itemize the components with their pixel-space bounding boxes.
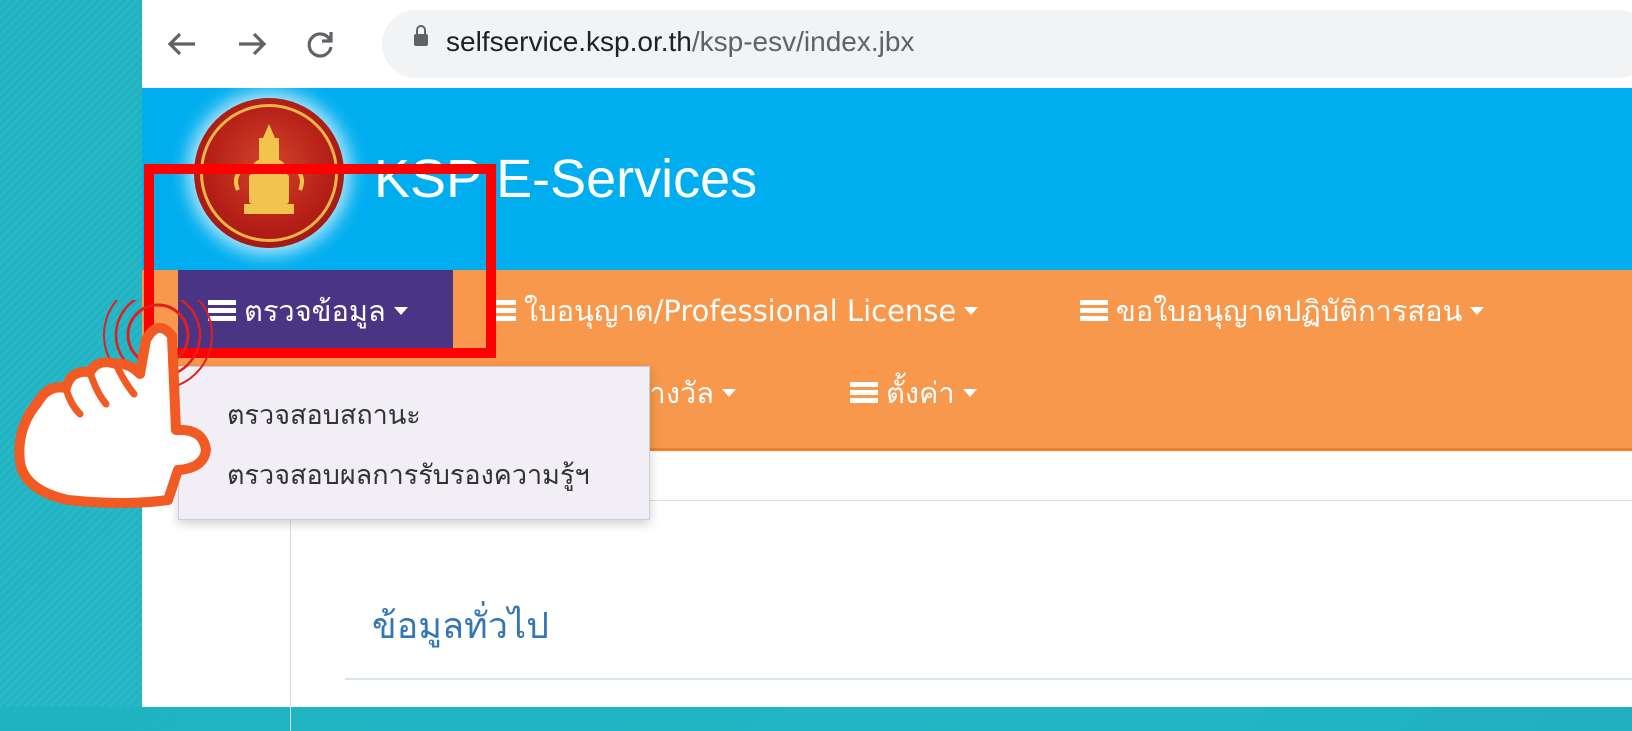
arrow-right-icon [239, 32, 267, 56]
nav-item-teaching-permit[interactable]: ขอใบอนุญาตปฏิบัติการสอน [1080, 270, 1485, 352]
arrow-left-icon [167, 32, 195, 56]
menu-list-icon [1080, 300, 1108, 322]
menu-list-icon [850, 382, 878, 404]
pointing-hand-icon [14, 300, 213, 508]
back-button[interactable] [160, 22, 204, 66]
caret-down-icon [962, 389, 977, 397]
lock-icon [414, 25, 428, 46]
nav-label: ตั้งค่า [886, 376, 955, 410]
dropdown-item-check-status[interactable]: ตรวจสอบสถานะ [227, 393, 421, 436]
caret-down-icon [722, 389, 737, 397]
nav-item-settings[interactable]: ตั้งค่า [850, 352, 977, 434]
forward-button[interactable] [230, 22, 274, 66]
reload-icon [307, 32, 333, 58]
nav-label: ขอใบอนุญาตปฏิบัติการสอน [1116, 294, 1463, 328]
dropdown-menu: ตรวจสอบสถานะ ตรวจสอบผลการรับรองความรู้ฯ [178, 366, 650, 520]
nav-item-professional-license[interactable]: ใบอนุญาต/Professional License [488, 270, 979, 352]
reload-button[interactable] [298, 22, 342, 66]
browser-toolbar: selfservice.ksp.or.th/ksp-esv/index.jbx [142, 0, 1632, 88]
url-path: /ksp-esv/index.jbx [691, 26, 915, 57]
url-text[interactable]: selfservice.ksp.or.th/ksp-esv/index.jbx [446, 26, 914, 58]
section-title: ข้อมูลทั่วไป [372, 606, 549, 647]
section-divider [345, 678, 1632, 680]
url-host: selfservice.ksp.or.th [446, 26, 692, 57]
nav-label: ใบอนุญาต/Professional License [524, 294, 957, 328]
caret-down-icon [964, 307, 979, 315]
dropdown-item-check-certification[interactable]: ตรวจสอบผลการรับรองความรู้ฯ [227, 453, 590, 496]
caret-down-icon [1470, 307, 1485, 315]
